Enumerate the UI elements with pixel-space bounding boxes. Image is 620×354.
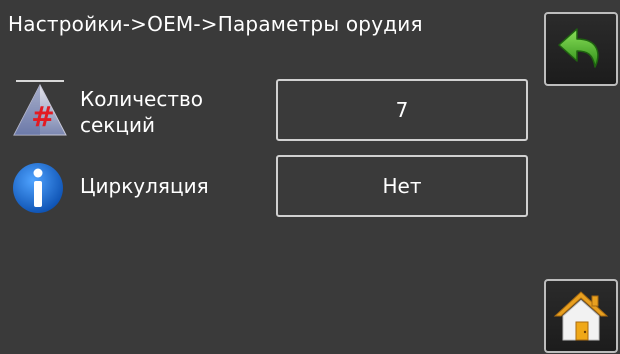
sections-count-label: Количество секций [80, 86, 203, 138]
sections-count-field[interactable]: 7 [276, 79, 528, 141]
page-title: Настройки->OEM->Параметры орудия [8, 12, 423, 36]
info-icon [13, 163, 63, 213]
sections-count-label-line1: Количество [80, 87, 204, 111]
circulation-field[interactable]: Нет [276, 155, 528, 217]
sections-hash-icon: # [13, 80, 67, 136]
circulation-label: Циркуляция [80, 174, 209, 198]
back-button[interactable] [544, 12, 618, 86]
screen: Настройки->OEM->Параметры орудия # Колич… [0, 0, 620, 354]
home-button[interactable] [544, 279, 618, 353]
back-arrow-icon [558, 28, 599, 68]
sections-count-label-line2: секций [80, 113, 155, 137]
svg-text:#: # [31, 100, 54, 133]
home-icon [553, 291, 609, 341]
